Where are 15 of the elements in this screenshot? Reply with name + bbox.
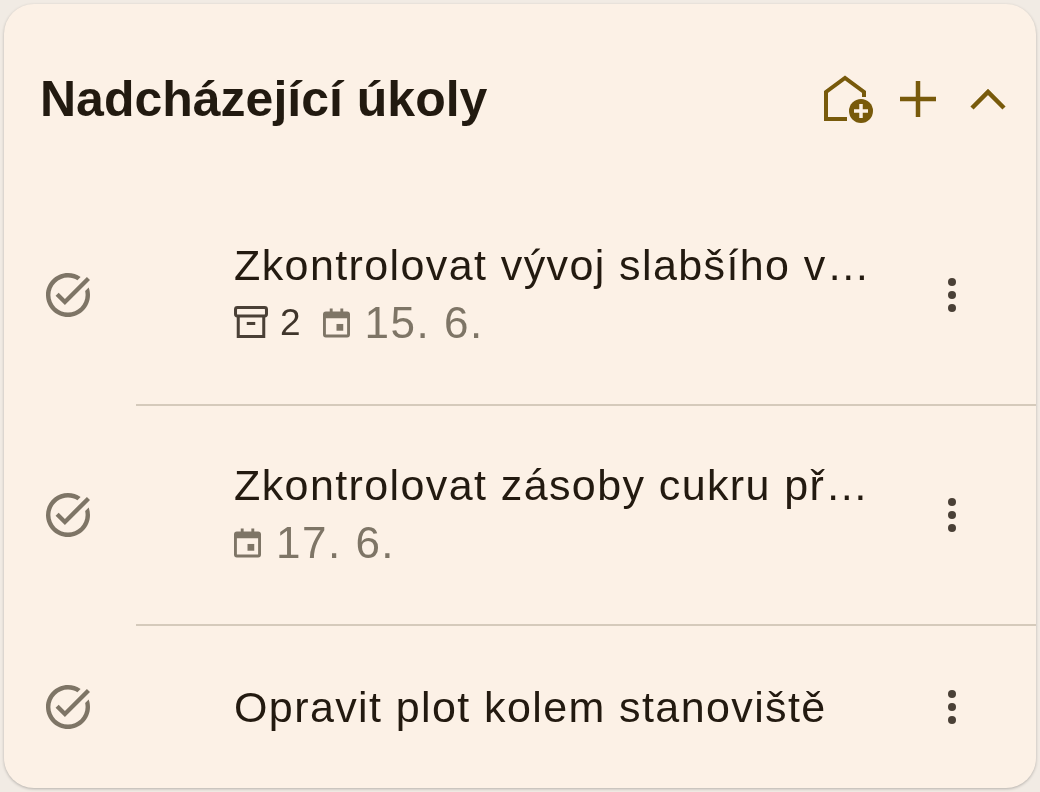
- task-title[interactable]: Zkontrolovat vývoj slabšího v…: [234, 243, 928, 288]
- more-vertical-icon: [948, 690, 956, 724]
- archive-box-icon: [234, 306, 268, 341]
- calendar-icon: [234, 528, 261, 559]
- more-vertical-icon: [948, 278, 956, 313]
- house-plus-icon: [823, 75, 873, 123]
- calendar-icon: [322, 308, 350, 339]
- due-date: 17. 6.: [276, 519, 396, 568]
- task-title[interactable]: Opravit plot kolem stanoviště: [234, 685, 928, 729]
- more-vertical-icon: [948, 498, 956, 533]
- card-title: Nadcházející úkoly: [40, 70, 488, 128]
- due-date: 15. 6.: [364, 299, 484, 348]
- task-title[interactable]: Zkontrolovat zásoby cukru př…: [234, 463, 928, 508]
- subtask-count: 2: [280, 301, 301, 346]
- plus-icon: [900, 81, 936, 117]
